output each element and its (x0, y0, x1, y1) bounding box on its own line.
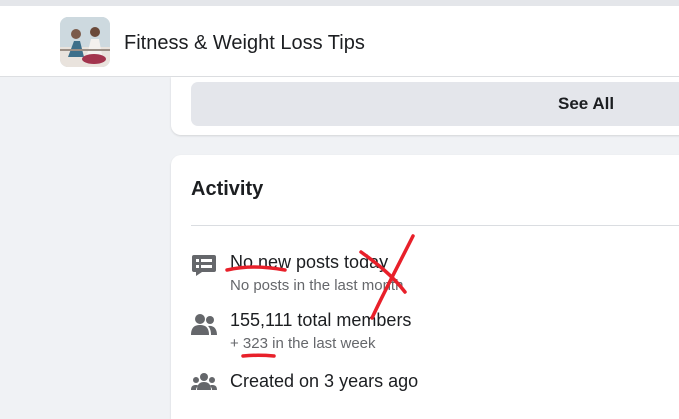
chat-bubble-icon (192, 255, 216, 276)
activity-title: Activity (191, 178, 264, 200)
members-icon (191, 314, 217, 335)
top-card: See All (171, 77, 679, 135)
divider (191, 225, 679, 226)
activity-posts-subtext: No posts in the last month (230, 277, 404, 294)
see-all-button[interactable]: See All (191, 82, 679, 126)
activity-members-subtext: + 323 in the last week (230, 335, 376, 352)
activity-posts-text: No new posts today (230, 252, 389, 272)
group-photo-icon (60, 17, 110, 67)
group-header: Fitness & Weight Loss Tips (0, 0, 679, 77)
activity-card: Activity No new posts today No posts in … (171, 155, 679, 419)
group-icon (191, 373, 217, 390)
activity-members-text: 155,111 total members (230, 310, 412, 330)
group-avatar[interactable] (60, 17, 110, 67)
activity-created-text: Created on 3 years ago (230, 371, 419, 391)
group-name[interactable]: Fitness & Weight Loss Tips (124, 32, 365, 55)
